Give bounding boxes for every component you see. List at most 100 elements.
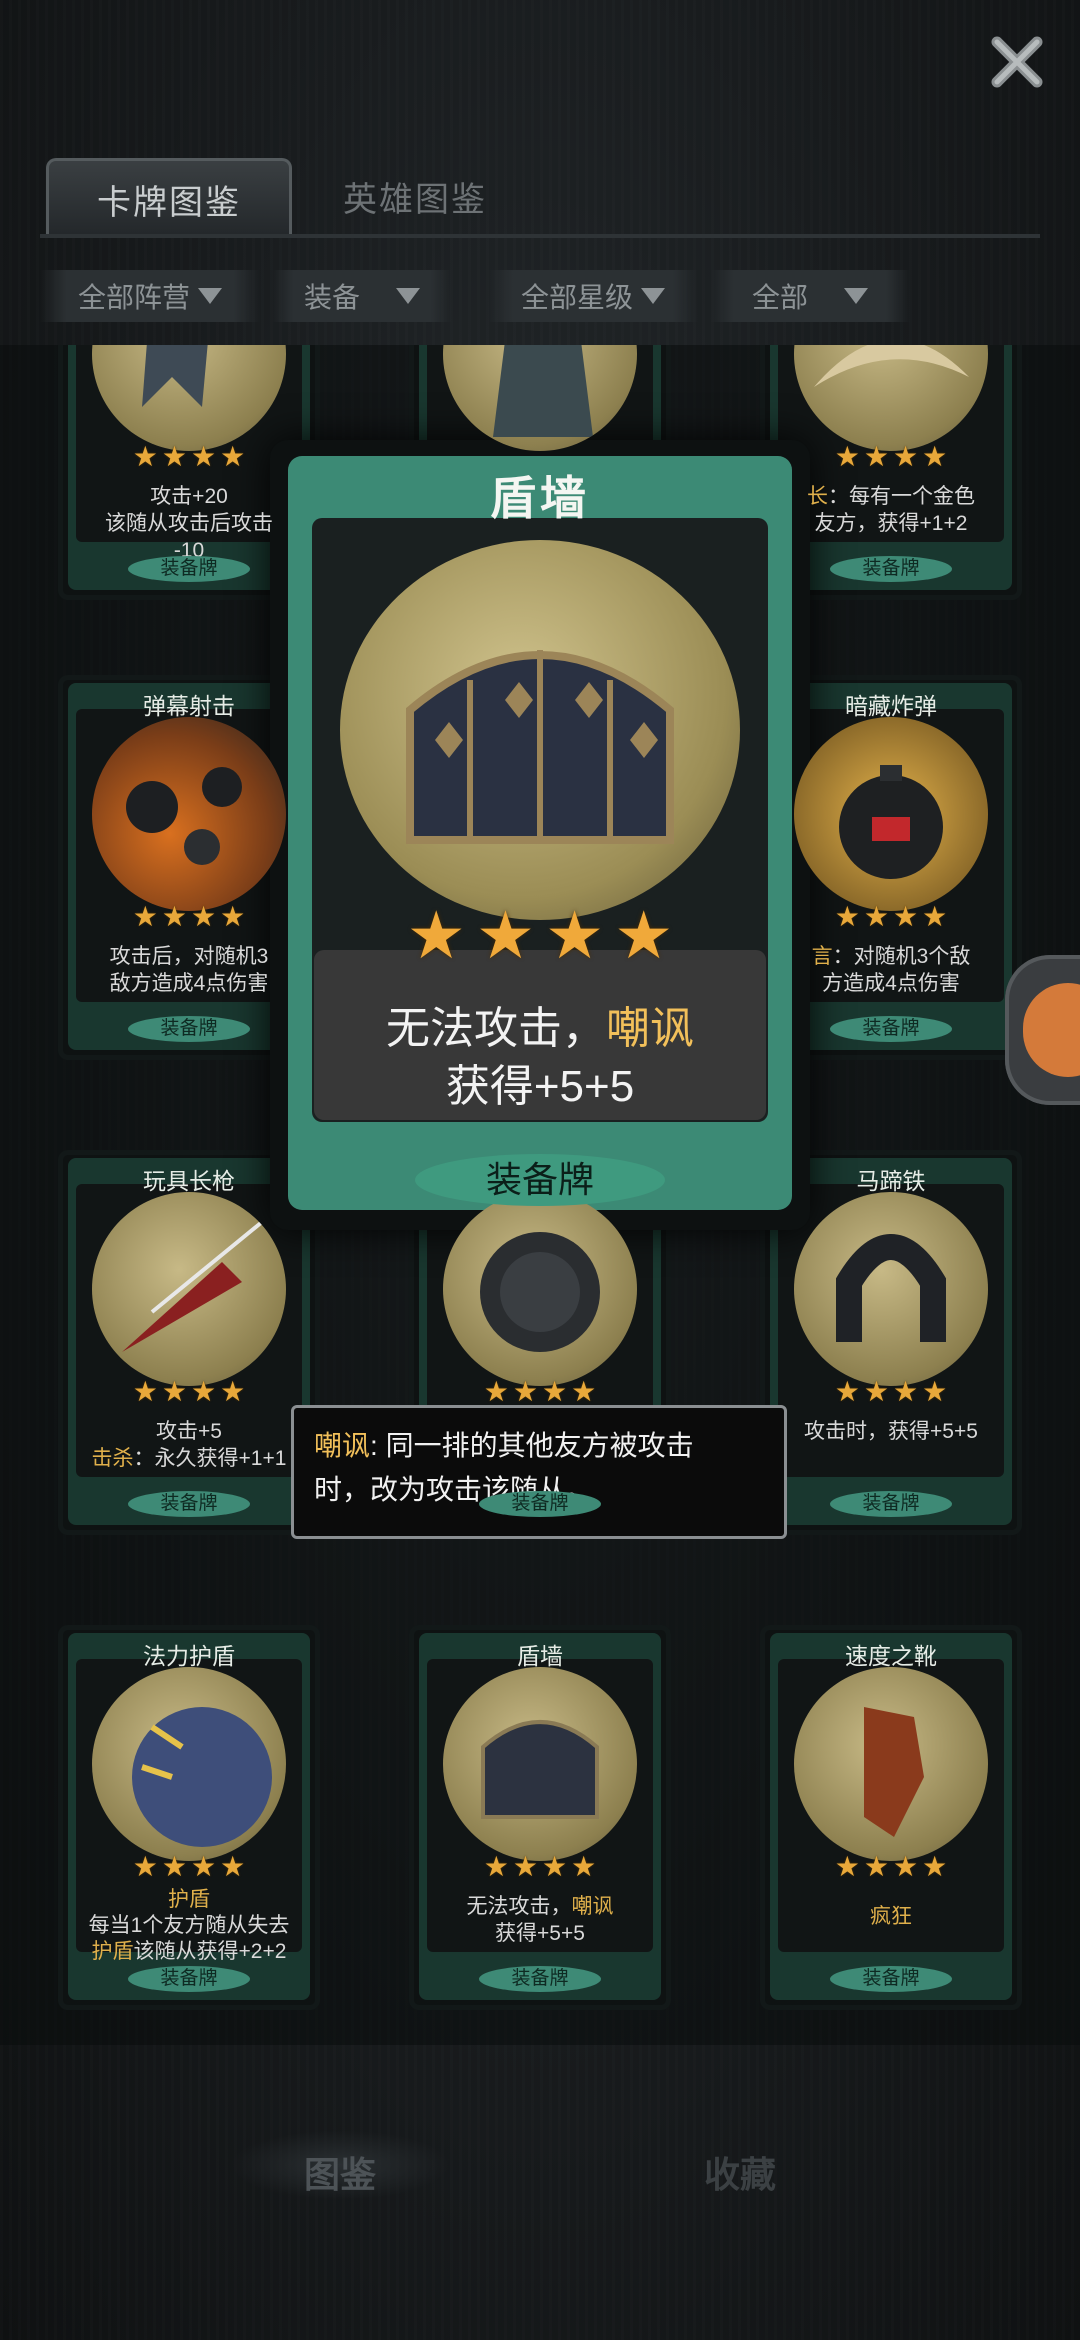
desc-line: 无法攻击，嘲讽 [435,1893,645,1920]
star-icon: ★ [614,898,674,972]
star-icon: ★ [191,441,217,472]
popup-star-rating: ★ ★ ★ ★ [270,902,810,968]
card-item[interactable]: 速度之靴 ★ ★ ★ ★ 疯狂 装备牌 [760,1625,1022,2010]
card-description: 攻击时，获得+5+5 [786,1418,996,1480]
filter-faction-dropdown[interactable]: 全部阵营 [40,270,260,322]
tooltip-text: : 同一排的其他友方被攻击 [370,1430,694,1461]
desc-line-part: 无法攻击， [386,1004,606,1053]
star-icon: ★ [893,441,919,472]
tab-underline [40,234,1040,238]
desc-line: 击杀：永久获得+1+1 [84,1445,294,1472]
keyword-text: 护盾 [168,1888,210,1911]
filter-type-dropdown[interactable]: 装备 [272,270,452,322]
card-type-badge: 装备牌 [830,1016,952,1042]
star-icon: ★ [834,441,860,472]
horseshoe-art [794,1192,988,1386]
card-description: 疯狂 [786,1903,996,1965]
star-icon: ★ [863,441,889,472]
card-type-badge: 装备牌 [128,556,250,582]
tab-card-collection[interactable]: 卡牌图鉴 [46,158,292,237]
shield-wall-art [443,1667,637,1861]
card-name: 玩具长枪 [143,1168,235,1194]
star-rating: ★ ★ ★ ★ [760,1378,1022,1406]
dropdown-arrow-icon [396,288,420,304]
star-icon: ★ [161,901,187,932]
keyword-text: 疯狂 [870,1905,912,1928]
tab-label: 卡牌图鉴 [97,183,241,222]
card-description: 攻击+20 该随从攻击后攻击 -10 [84,483,294,562]
star-icon: ★ [161,1851,187,1882]
card-description: 护盾 每当1个友方随从失去 护盾该随从获得+2+2 [84,1887,294,1963]
desc-line: 攻击+20 [150,485,228,508]
card-item[interactable]: 盾墙 ★ ★ ★ ★ 无法攻击，嘲讽 获得+5+5 装备牌 [409,1625,671,2010]
star-rating: ★ ★ ★ ★ [409,1378,671,1406]
star-rating: ★ ★ ★ ★ [58,443,320,471]
card-type-badge: 装备牌 [830,1491,952,1517]
cat-avatar-icon [1023,983,1080,1077]
star-icon: ★ [475,898,535,972]
nav-collection-tab[interactable]: 图鉴 [304,2146,376,2198]
star-icon: ★ [191,1376,217,1407]
bomb-barrage-art [92,717,286,911]
star-icon: ★ [863,1851,889,1882]
star-rating: ★ ★ ★ ★ [58,1853,320,1881]
star-icon: ★ [571,1376,597,1407]
card-type-badge: 装备牌 [128,1966,250,1992]
desc-line-part: 无法攻击， [466,1895,572,1918]
card-name: 法力护盾 [143,1643,235,1669]
tab-hero-collection[interactable]: 英雄图鉴 [330,158,500,234]
nav-favorites-tab[interactable]: 收藏 [704,2146,776,2198]
card-item[interactable]: 法力护盾 ★ ★ ★ ★ 护盾 每当1个友方随从失去 护盾该随从获得+2+2 装备牌 [58,1625,320,2010]
tab-label: 英雄图鉴 [343,180,487,219]
popup-card-type-badge: 装备牌 [415,1154,665,1206]
mana-shield-art [92,1667,286,1861]
star-icon: ★ [191,1851,217,1882]
filter-misc-dropdown[interactable]: 全部 [710,270,910,322]
card-description: 攻击+5 击杀：永久获得+1+1 [84,1418,294,1480]
star-icon: ★ [220,441,246,472]
star-icon: ★ [545,898,605,972]
star-rating: ★ ★ ★ ★ [409,1853,671,1881]
side-floating-button[interactable] [1005,955,1080,1105]
keyword-text: 嘲讽 [571,1895,614,1918]
keyword-text: 击杀 [91,1447,134,1470]
star-icon: ★ [893,1376,919,1407]
desc-line: 攻击时，获得+5+5 [804,1420,978,1443]
dropdown-arrow-icon [641,288,665,304]
filter-star-dropdown[interactable]: 全部星级 [488,270,698,322]
star-icon: ★ [220,1851,246,1882]
popup-card-name: 盾墙 [490,472,590,524]
star-icon: ★ [834,901,860,932]
card-type-badge: 装备牌 [479,1491,601,1517]
desc-line: 言：对随机3个敌 [786,943,996,970]
dropdown-arrow-icon [198,288,222,304]
desc-line-part: 该随从获得+2+2 [133,1940,287,1963]
card-description: 言：对随机3个敌 方造成4点伤害 [786,943,996,1005]
desc-line-part: ：每有一个金色 [828,485,975,508]
card-detail-popup[interactable]: 盾墙 ★ ★ ★ ★ 无法攻击，嘲讽 获得+5+5 装备牌 [270,440,810,1230]
card-description: 攻击后，对随机3 敌方造成4点伤害 [84,943,294,1005]
star-icon: ★ [483,1851,509,1882]
desc-line: 该随从攻击后攻击 [105,512,273,535]
desc-line: 攻击后，对随机3 [109,945,269,968]
desc-line-part: 言 [811,945,833,968]
filter-label: 全部阵营 [77,282,190,313]
dropdown-arrow-icon [844,288,868,304]
desc-line: 敌方造成4点伤害 [109,972,269,995]
star-icon: ★ [161,441,187,472]
star-icon: ★ [132,901,158,932]
star-icon: ★ [922,441,948,472]
star-icon: ★ [863,901,889,932]
desc-line: 获得+5+5 [495,1922,585,1945]
star-icon: ★ [542,1376,568,1407]
desc-line: 方造成4点伤害 [822,972,960,995]
card-description: 长：每有一个金色 友方，获得+1+2 [786,483,996,545]
card-description: 无法攻击，嘲讽 获得+5+5 [435,1893,645,1955]
shield-wall-art [340,540,740,920]
star-icon: ★ [512,1851,538,1882]
star-rating: ★ ★ ★ ★ [58,1378,320,1406]
hidden-bomb-art [794,717,988,911]
close-button[interactable] [985,30,1049,94]
close-icon [991,36,1043,88]
keyword-taunt[interactable]: 嘲讽 [606,1004,694,1053]
